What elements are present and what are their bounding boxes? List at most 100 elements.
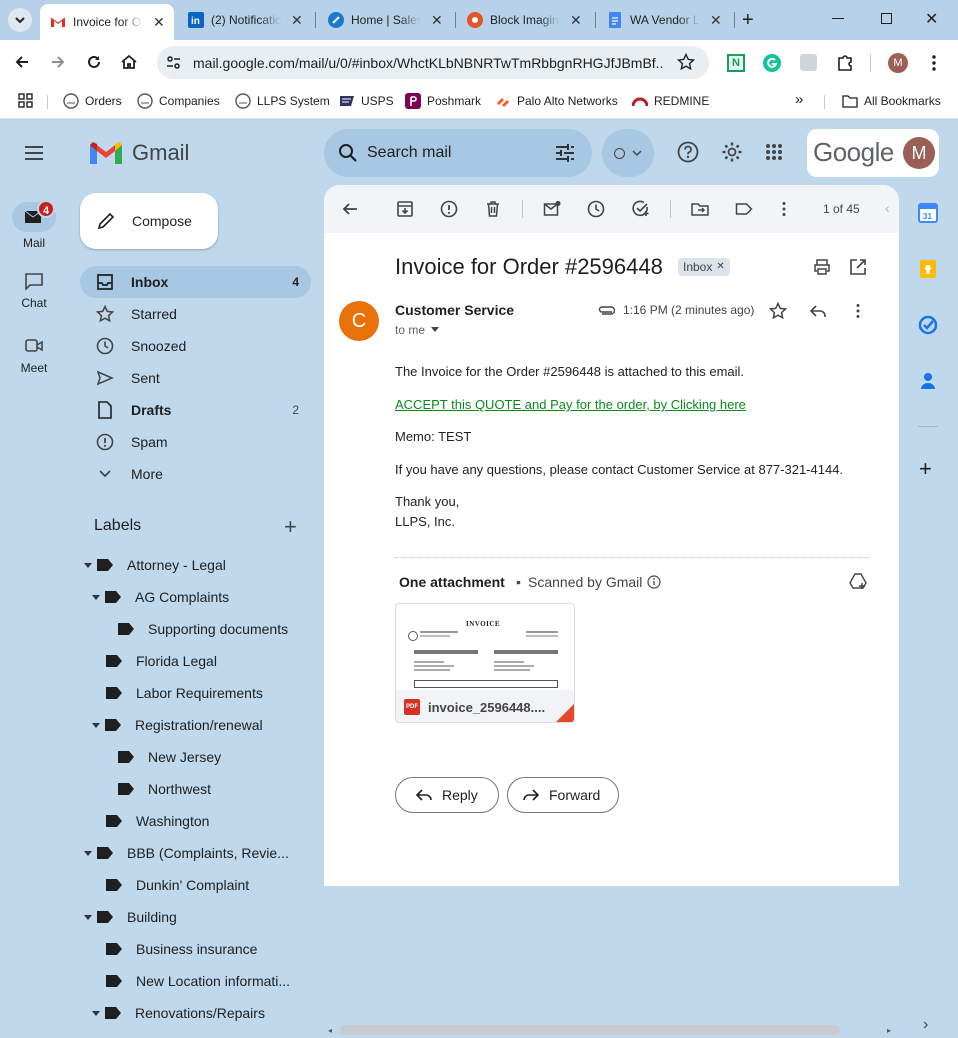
remove-label-icon[interactable]: ✕: [716, 258, 724, 276]
nav-inbox[interactable]: Inbox 4: [80, 266, 311, 298]
sender-name[interactable]: Customer Service: [395, 302, 514, 318]
more-vert-icon[interactable]: [849, 302, 867, 320]
scroll-right-arrow-icon[interactable]: ▸: [887, 1026, 891, 1035]
trash-icon[interactable]: [484, 200, 502, 218]
bookmark-companies[interactable]: Companies: [137, 93, 220, 109]
bookmark-usps[interactable]: USPS: [339, 93, 394, 109]
recipients-toggle[interactable]: to me: [395, 323, 440, 337]
label-item[interactable]: Attorney - Legal: [84, 549, 226, 581]
search-input[interactable]: Search mail: [367, 144, 451, 162]
apps-grid-icon[interactable]: [18, 93, 34, 109]
google-apps-icon[interactable]: [765, 143, 783, 161]
help-icon[interactable]: [677, 141, 699, 163]
search-options-icon[interactable]: [555, 143, 575, 163]
google-account-card[interactable]: Google M: [807, 129, 939, 177]
grammarly-icon[interactable]: [762, 53, 782, 73]
label-item[interactable]: Dunkin' Complaint: [106, 869, 249, 901]
accept-quote-link[interactable]: ACCEPT this QUOTE and Pay for the order,…: [395, 397, 746, 412]
scroll-left-arrow-icon[interactable]: ◂: [328, 1026, 332, 1035]
label-item[interactable]: AG Complaints: [92, 581, 229, 613]
label-item[interactable]: Supporting documents: [118, 613, 288, 645]
label-item[interactable]: BBB (Complaints, Revie...: [84, 837, 289, 869]
maximize-button[interactable]: [881, 13, 892, 24]
back-arrow-icon[interactable]: [12, 52, 32, 72]
label-item[interactable]: Renovations/Repairs: [92, 997, 265, 1029]
gmail-logo[interactable]: Gmail: [90, 140, 189, 166]
tab-block-imaging[interactable]: Block Imaging ✕: [467, 7, 582, 33]
expand-arrow-icon[interactable]: [84, 562, 92, 568]
expand-arrow-icon[interactable]: [92, 722, 100, 728]
tab-gmail[interactable]: Invoice for Order #2596448 ✕: [40, 4, 174, 40]
kebab-menu-icon[interactable]: [926, 53, 942, 73]
report-spam-icon[interactable]: [440, 200, 458, 218]
all-bookmarks[interactable]: All Bookmarks: [842, 93, 941, 109]
settings-gear-icon[interactable]: [721, 141, 743, 163]
address-bar[interactable]: mail.google.com/mail/u/0/#inbox/WhctKLbN…: [157, 46, 709, 79]
close-icon[interactable]: ✕: [710, 12, 722, 29]
bookmark-poshmark[interactable]: Poshmark: [405, 93, 481, 109]
nav-sent[interactable]: Sent: [80, 362, 311, 394]
close-icon[interactable]: ✕: [570, 12, 582, 29]
label-item[interactable]: Registration/renewal: [92, 709, 263, 741]
nav-spam[interactable]: Spam: [80, 426, 311, 458]
main-menu-icon[interactable]: [24, 144, 44, 162]
get-addons-button[interactable]: +: [919, 456, 932, 482]
label-item[interactable]: New Location informati...: [106, 965, 290, 997]
search-icon[interactable]: [338, 143, 358, 163]
create-label-button[interactable]: +: [284, 514, 297, 540]
extensions-puzzle-icon[interactable]: [835, 53, 855, 73]
rail-meet[interactable]: Meet: [0, 337, 68, 375]
archive-icon[interactable]: [396, 200, 414, 218]
window-close-button[interactable]: ✕: [925, 9, 938, 29]
google-keep-icon[interactable]: [918, 259, 938, 279]
print-icon[interactable]: [813, 258, 831, 276]
site-settings-icon[interactable]: [165, 54, 182, 71]
tab-notifications[interactable]: in (2) Notifications ✕: [188, 7, 303, 33]
google-contacts-icon[interactable]: [918, 371, 938, 391]
bookmark-llps-system[interactable]: LLPS System: [235, 93, 330, 109]
label-item[interactable]: Business insurance: [106, 933, 257, 965]
label-icon[interactable]: [735, 200, 753, 218]
label-item[interactable]: Florida Legal: [106, 645, 217, 677]
new-tab-button[interactable]: +: [742, 10, 754, 30]
add-to-drive-icon[interactable]: [849, 572, 867, 590]
label-item[interactable]: Washington: [106, 805, 209, 837]
mark-unread-icon[interactable]: [543, 200, 561, 218]
bookmark-redmine[interactable]: REDMINE: [632, 93, 709, 109]
status-indicator[interactable]: [602, 129, 654, 177]
home-icon[interactable]: [119, 52, 139, 72]
expand-arrow-icon[interactable]: [84, 914, 92, 920]
close-icon[interactable]: ✕: [431, 12, 443, 29]
scrollbar-thumb[interactable]: [340, 1025, 840, 1035]
nav-starred[interactable]: Starred: [80, 298, 311, 330]
label-item[interactable]: Northwest: [118, 773, 211, 805]
nav-more[interactable]: More: [80, 458, 311, 490]
add-task-icon[interactable]: [632, 200, 650, 218]
rail-chat[interactable]: Chat: [0, 272, 68, 310]
google-tasks-icon[interactable]: [918, 315, 938, 335]
search-bar[interactable]: Search mail: [324, 129, 592, 177]
reply-button[interactable]: Reply: [395, 777, 499, 813]
expand-arrow-icon[interactable]: [84, 850, 92, 856]
show-side-panel-chevron[interactable]: ›: [923, 1016, 928, 1034]
tab-salesforce[interactable]: Home | Salesforce ✕: [328, 7, 443, 33]
expand-arrow-icon[interactable]: [92, 1010, 100, 1016]
close-icon[interactable]: ✕: [291, 12, 303, 29]
bookmark-orders[interactable]: Orders: [63, 93, 122, 109]
info-icon[interactable]: [647, 575, 661, 589]
sender-avatar[interactable]: C: [339, 301, 379, 341]
bookmark-palo-alto[interactable]: Palo Alto Networks: [495, 93, 618, 109]
snooze-clock-icon[interactable]: [587, 200, 605, 218]
star-icon[interactable]: [769, 302, 787, 320]
profile-avatar[interactable]: M: [888, 53, 908, 73]
google-calendar-icon[interactable]: 31: [918, 203, 938, 223]
move-to-folder-icon[interactable]: [691, 200, 709, 218]
forward-button[interactable]: Forward: [507, 777, 619, 813]
more-bookmarks-chevron[interactable]: »: [795, 91, 803, 108]
reply-icon[interactable]: [809, 302, 827, 320]
minimize-button[interactable]: [832, 18, 844, 19]
reload-icon[interactable]: [84, 52, 104, 72]
attachment-card[interactable]: INVOICE PDF invoice_2596448....: [395, 603, 575, 723]
more-vert-icon[interactable]: [775, 200, 793, 218]
compose-button[interactable]: Compose: [80, 193, 218, 249]
